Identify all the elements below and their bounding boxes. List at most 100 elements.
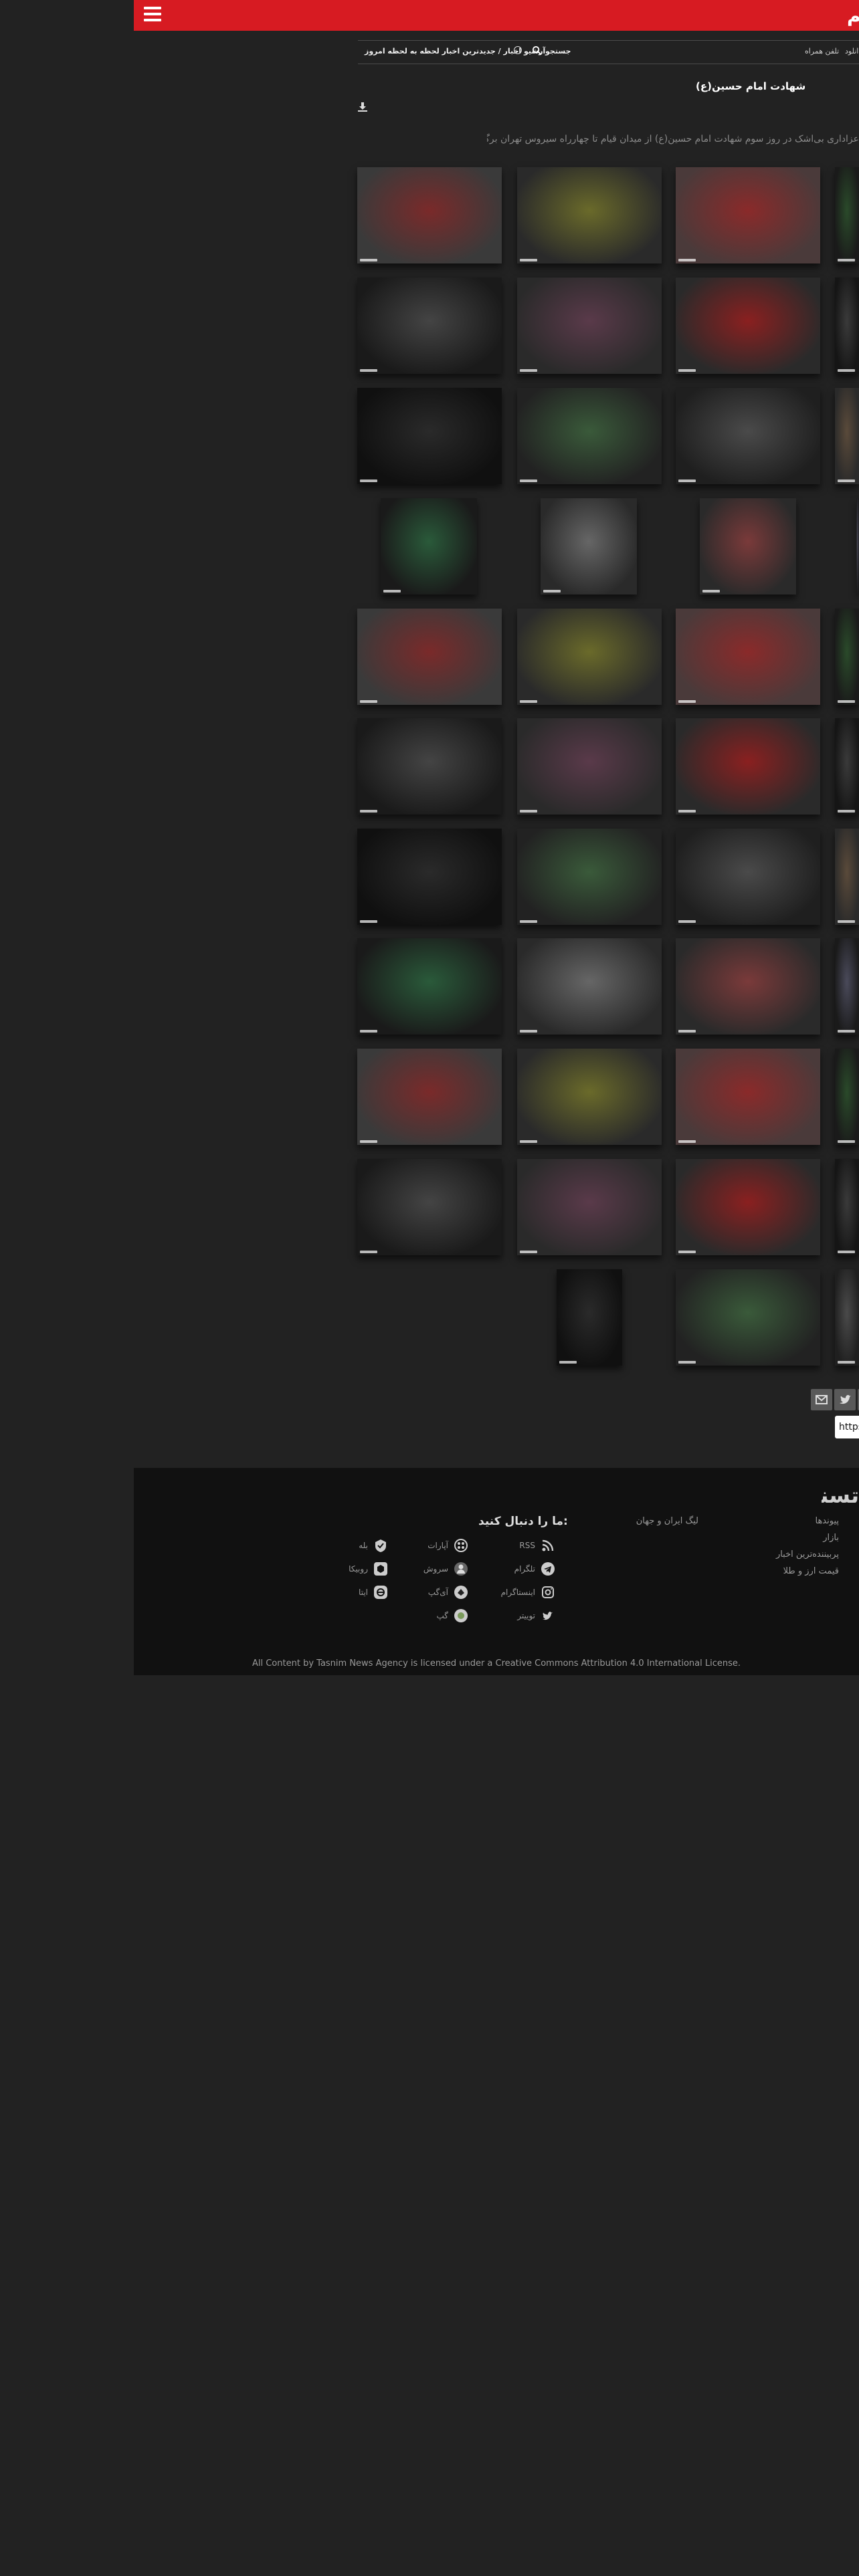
gallery-photo[interactable] [835,1269,859,1366]
gallery-photo[interactable] [835,388,859,484]
gallery-photo[interactable] [676,938,820,1035]
gallery-photo[interactable] [835,718,859,815]
email-share-button[interactable] [811,1389,832,1410]
photo-watermark [360,259,377,261]
gallery-photo[interactable] [381,498,477,595]
gallery-photo[interactable] [676,1049,820,1145]
photo-watermark [678,369,696,372]
gallery-photo[interactable] [517,609,662,705]
gallery-photo[interactable] [676,1269,820,1366]
social-rss[interactable]: RSS [482,1538,555,1554]
photo-image [835,718,859,815]
photo-image [856,498,859,595]
footer-logo[interactable]: تسنیم [822,1483,859,1509]
photo-watermark [520,1140,537,1143]
gallery-photo[interactable] [517,1049,662,1145]
search-icon[interactable] [532,45,542,56]
social-telegram[interactable]: تلگرام [482,1562,555,1578]
photo-image [357,938,502,1035]
twitter-icon [543,1612,553,1620]
download-icon[interactable] [357,102,368,112]
social-soroush[interactable]: سروش [395,1562,468,1578]
social-aparat[interactable]: آپارات [395,1538,468,1554]
gallery-photo[interactable] [357,829,502,925]
gallery-photo[interactable] [676,718,820,815]
social-label: سروش [423,1564,448,1574]
photo-watermark [838,1361,855,1364]
photo-image [835,167,859,263]
gallery-photo[interactable] [357,278,502,374]
gallery-photo[interactable] [676,167,820,263]
social-twitter[interactable]: توییتر [482,1608,555,1624]
gallery-photo[interactable] [676,278,820,374]
gallery-photo[interactable] [835,1159,859,1255]
footer-link-most-viewed[interactable]: پربیننده‌ترین اخبار [776,1549,839,1560]
photo-watermark [678,1361,696,1364]
site-logo[interactable]: تسنیم [847,4,859,27]
photo-watermark [520,369,537,372]
social-eitaa[interactable]: ایتا [314,1585,388,1601]
gallery-photo[interactable] [517,938,662,1035]
photo-image [676,1159,820,1255]
gallery-photo[interactable] [835,829,859,925]
rubika-icon [374,1562,387,1576]
gallery-photo[interactable] [357,718,502,815]
mobile-link[interactable]: تلفن همراه [805,47,839,56]
photo-watermark [543,590,561,593]
gallery-photo[interactable] [557,1269,622,1366]
download-link[interactable]: دانلود [845,47,859,56]
gallery-photo[interactable] [676,388,820,484]
gallery-photo[interactable] [541,498,637,595]
footer-link-currency-gold[interactable]: قیمت ارز و طلا [783,1566,839,1576]
share-url-field[interactable]: https://www.tasnimnews.com [835,1416,859,1438]
photo-image [676,278,820,374]
footer-link-league[interactable]: لیگ ایران و جهان [636,1516,698,1526]
photo-watermark [838,1030,855,1033]
gallery-photo[interactable] [517,718,662,815]
gallery-photo[interactable] [676,1159,820,1255]
footer-link-market[interactable]: بازار [823,1533,839,1543]
gallery-photo[interactable] [357,1159,502,1255]
footer-link-links[interactable]: پیوندها [815,1516,839,1526]
gallery-photo[interactable] [517,1159,662,1255]
social-igap[interactable]: آی‌گپ [395,1585,468,1601]
photo-watermark [838,920,855,923]
gallery-photo[interactable] [676,829,820,925]
gallery-photo[interactable] [835,167,859,263]
gallery-photo[interactable] [517,278,662,374]
hamburger-icon[interactable] [144,7,161,23]
gallery-photo[interactable] [357,1049,502,1145]
gallery-photo[interactable] [357,609,502,705]
search-link[interactable]: جستجو [545,47,571,56]
photo-image [357,718,502,815]
social-rubika[interactable]: روبیکا [314,1562,388,1578]
gallery-photo[interactable] [517,829,662,925]
gallery-photo[interactable] [856,498,859,595]
gallery-lead-text: عزاداری بی‌اشک در روز سوم شهادت امام حسی… [487,134,859,144]
gallery-photo[interactable] [835,1049,859,1145]
gallery-photo[interactable] [517,167,662,263]
gallery-photo[interactable] [835,609,859,705]
gallery-photo[interactable] [517,388,662,484]
social-gap[interactable]: گپ [395,1608,468,1624]
gallery-photo[interactable] [676,609,820,705]
gallery-photo[interactable] [700,498,796,595]
photo-image [676,938,820,1035]
gallery-photo[interactable] [835,278,859,374]
photo-watermark [360,1140,377,1143]
gallery-photo[interactable] [835,938,859,1035]
twitter-share-button[interactable] [834,1389,856,1410]
photo-watermark [678,810,696,813]
license-text: All Content by Tasnim News Agency is lic… [252,1658,741,1669]
gallery-photo[interactable] [357,167,502,263]
photo-image [517,278,662,374]
photo-image [835,829,859,925]
gallery-photo[interactable] [357,388,502,484]
social-instagram[interactable]: اینستاگرام [482,1585,555,1601]
photo-image [541,498,637,595]
photo-image [676,388,820,484]
photo-image [517,1159,662,1255]
gallery-photo[interactable] [357,938,502,1035]
follow-us-title: ما را دنبال کنید: [478,1515,568,1528]
social-bale[interactable]: بله [314,1538,388,1554]
